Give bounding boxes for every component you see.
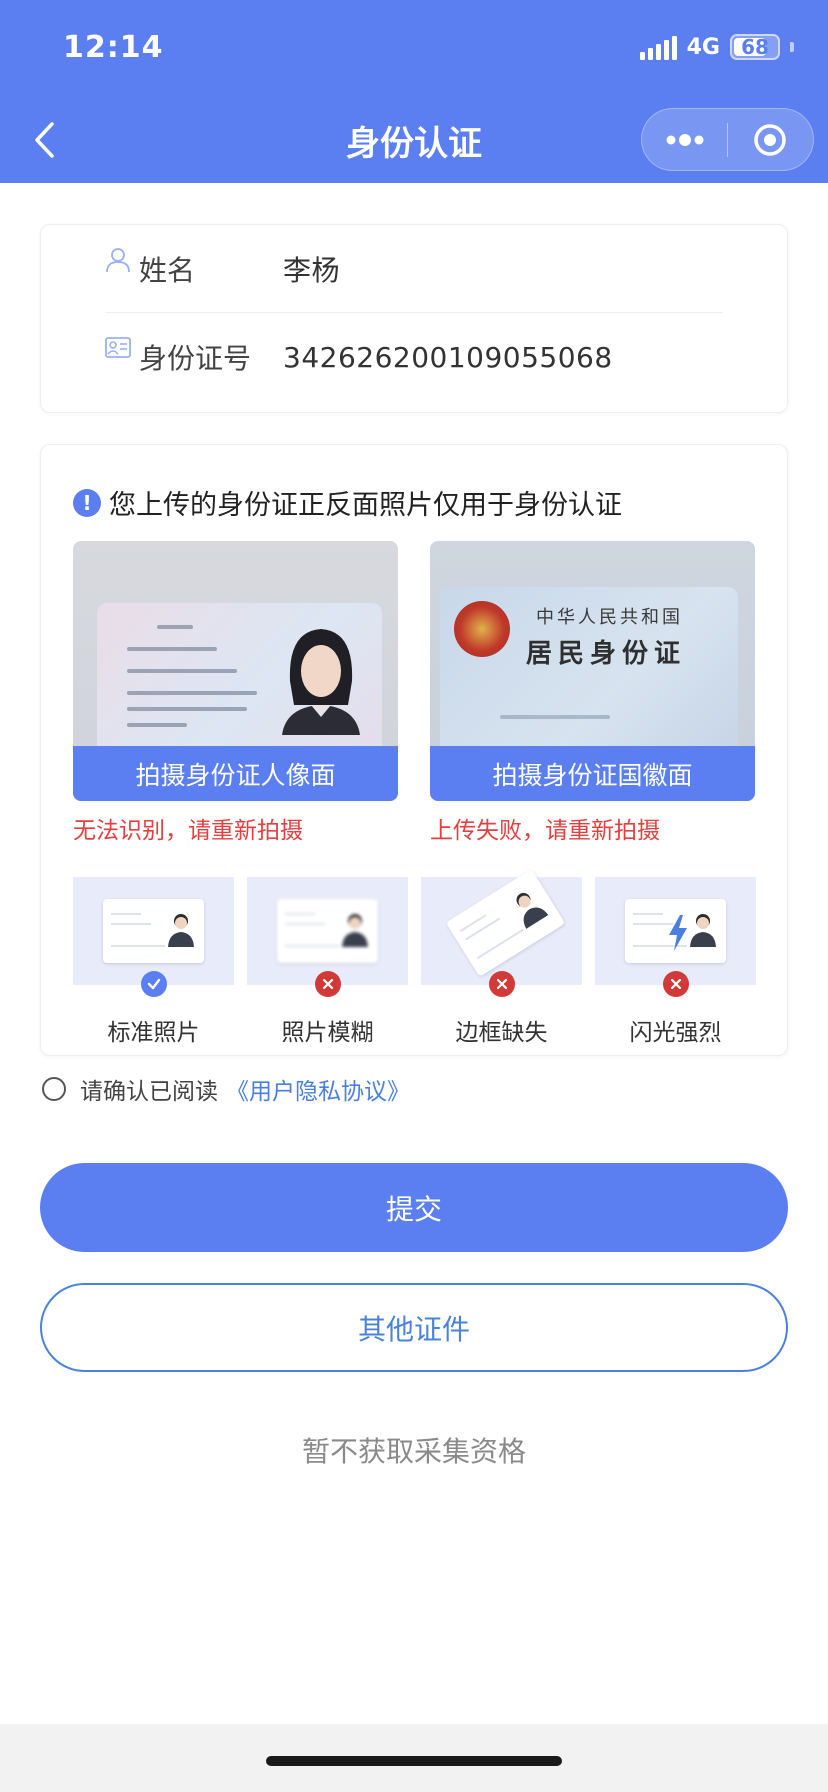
check-icon (140, 971, 167, 997)
bottom-bar (0, 1724, 828, 1792)
back-upload-error: 上传失败，请重新拍摄 (430, 818, 660, 844)
signal-icon (639, 34, 677, 60)
example-strong-flash (595, 877, 756, 997)
id-card-icon (105, 337, 131, 358)
id-back-title-line1: 中华人民共和国 (536, 607, 683, 628)
id-number-label: 身份证号 (139, 342, 252, 375)
name-value: 李杨 (283, 253, 341, 287)
battery-tip (790, 42, 794, 52)
id-front-upload[interactable]: 拍摄身份证人像面 (73, 541, 398, 801)
target-close-icon (754, 123, 787, 156)
privacy-notice: ! 您上传的身份证正反面照片仅用于身份认证 (73, 483, 622, 522)
battery-level: 68 (741, 35, 769, 59)
example-blurred (247, 877, 408, 997)
more-button[interactable] (642, 108, 727, 171)
close-icon (662, 971, 689, 997)
portrait-icon (282, 629, 360, 735)
battery-icon: 68 (730, 34, 780, 60)
identity-info-card: 姓名 李杨 身份证号 342626200109055068 (40, 224, 788, 413)
example-border-missing (421, 869, 582, 997)
privacy-agreement: 请确认已阅读 《用户隐私协议》 (42, 1072, 410, 1106)
status-time: 12:14 (63, 30, 164, 65)
front-upload-error: 无法识别，请重新拍摄 (73, 818, 303, 844)
id-back-photo: 中华人民共和国 居民身份证 (440, 587, 738, 757)
person-icon (342, 914, 368, 947)
id-upload-card: ! 您上传的身份证正反面照片仅用于身份认证 拍摄身份证人像面 中华人民共和国 居… (40, 444, 788, 1056)
exclamation-icon: ! (73, 488, 101, 517)
example-label-strong-flash: 闪光强烈 (629, 1020, 722, 1046)
id-number-row: 身份证号 342626200109055068 (105, 313, 723, 401)
close-icon (488, 971, 515, 997)
example-standard (73, 877, 234, 997)
submit-button[interactable]: 提交 (40, 1163, 788, 1252)
agreement-radio[interactable] (42, 1077, 66, 1101)
skip-collection-link[interactable]: 暂不获取采集资格 (0, 1430, 828, 1470)
capture-back-button[interactable]: 拍摄身份证国徽面 (430, 746, 755, 801)
lightning-icon (669, 915, 687, 951)
user-icon (106, 247, 130, 272)
person-icon (690, 914, 716, 947)
privacy-policy-link[interactable]: 《用户隐私协议》 (226, 1072, 410, 1106)
mini-program-capsule (641, 108, 814, 171)
close-program-button[interactable] (728, 108, 813, 171)
more-dots-icon (666, 133, 703, 146)
name-row: 姓名 李杨 (105, 225, 723, 313)
example-label-standard: 标准照片 (107, 1020, 200, 1046)
id-back-upload[interactable]: 中华人民共和国 居民身份证 拍摄身份证国徽面 (430, 541, 755, 801)
other-documents-button[interactable]: 其他证件 (40, 1283, 788, 1372)
name-label: 姓名 (139, 253, 196, 287)
home-indicator[interactable] (266, 1756, 562, 1766)
id-back-title-line2: 居民身份证 (526, 639, 687, 669)
person-icon (168, 914, 194, 947)
status-indicators: 4G 68 (639, 34, 794, 60)
notice-text: 您上传的身份证正反面照片仅用于身份认证 (109, 490, 622, 521)
close-icon (314, 971, 341, 997)
capture-front-button[interactable]: 拍摄身份证人像面 (73, 746, 398, 801)
person-icon (516, 892, 549, 929)
national-emblem-icon (454, 601, 510, 657)
header: 12:14 4G 68 身份认证 (0, 0, 828, 183)
agreement-text: 请确认已阅读 (80, 1079, 218, 1105)
example-label-blurred: 照片模糊 (281, 1020, 374, 1046)
id-number-value: 342626200109055068 (283, 340, 613, 374)
example-label-border-missing: 边框缺失 (455, 1020, 548, 1046)
network-type: 4G (686, 34, 720, 60)
